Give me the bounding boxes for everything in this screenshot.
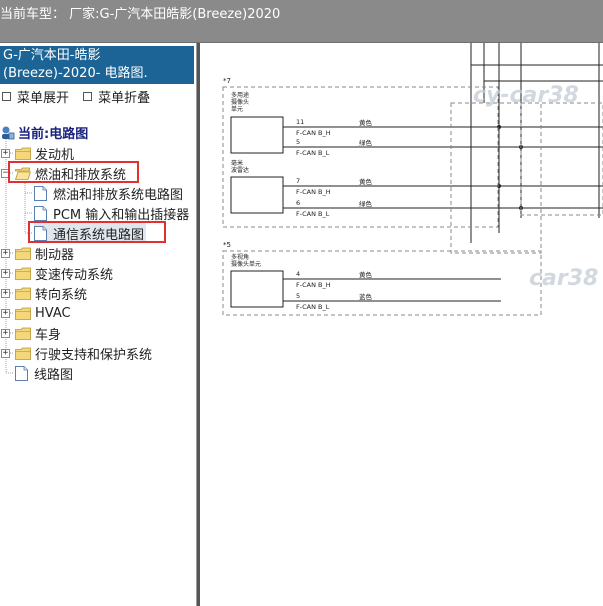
multi-camera-label-3: 单元 (231, 105, 243, 113)
tree-item-label: 行驶支持和保护系统 (35, 347, 153, 363)
tree-item-driving-support[interactable]: + 行驶支持和保护系统 (0, 343, 152, 363)
pane-splitter[interactable] (196, 43, 200, 606)
folder-icon (15, 247, 31, 260)
pin-number: 4 (296, 270, 300, 278)
wire-color: 黄色 (359, 177, 373, 186)
folder-icon (15, 327, 31, 340)
radar-label-1: 毫米 (231, 159, 243, 167)
highlight-box-comm (28, 221, 166, 243)
tree-item-label: 转向系统 (35, 287, 88, 303)
multi-camera-label-1: 多用途 (231, 91, 249, 99)
pin-number: 6 (296, 199, 300, 207)
folder-icon (15, 267, 31, 280)
watermark: car38 (529, 266, 599, 291)
tree-current[interactable]: 当前:电路图 (0, 122, 88, 142)
tree-item-body[interactable]: + 车身 (0, 323, 61, 343)
expand-icon[interactable]: + (1, 308, 10, 318)
folder-icon (15, 147, 31, 160)
wire-color: 黄色 (359, 118, 373, 127)
wire-color: 绿色 (359, 199, 373, 208)
title-bar: 当前车型： 厂家:G-广汽本田皓影(Breeze)2020 (0, 0, 603, 43)
document-icon (34, 185, 47, 201)
tree-item-label: PCM 输入和输出插接器 (53, 207, 190, 223)
wire-color: 绿色 (359, 138, 373, 147)
tree-item-transmission[interactable]: + 变速传动系统 (0, 263, 113, 283)
tree-item-label: 制动器 (35, 247, 75, 263)
tree-item-fuel-circuit[interactable]: 燃油和排放系统电路图 (34, 183, 183, 203)
pin-number: 7 (296, 177, 300, 185)
sidebar: G-广汽本田-皓影 (Breeze)-2020- 电路图. 菜单展开 菜单折叠 (0, 43, 196, 606)
pin-signal: F-CAN B_H (296, 129, 331, 137)
tree-item-label: 车身 (35, 327, 62, 343)
tree-item-label: 变速传动系统 (35, 267, 114, 283)
radar-label-2: 波雷达 (231, 166, 249, 174)
pin-number: 11 (296, 118, 304, 126)
highlight-box-fuel (8, 161, 139, 183)
watermark: cy-car38 (473, 83, 579, 108)
expand-icon[interactable]: + (1, 348, 10, 358)
wire-color: 蓝色 (359, 292, 373, 301)
pin-signal: F-CAN B_H (296, 281, 331, 289)
pin-signal: F-CAN B_L (296, 210, 330, 218)
folder-icon (15, 347, 31, 360)
folder-icon (15, 287, 31, 300)
ref-7: *7 (223, 77, 231, 85)
home-icon (2, 126, 15, 139)
expand-icon[interactable]: + (1, 248, 10, 258)
tree-item-label: HVAC (35, 305, 71, 321)
tree-item-steering[interactable]: + 转向系统 (0, 283, 87, 303)
tree-item-hvac[interactable]: + HVAC (0, 303, 71, 323)
pin-number: 5 (296, 138, 300, 146)
pin-number: 5 (296, 292, 300, 300)
document-icon (15, 365, 28, 381)
document-icon (34, 205, 47, 221)
vehicle-info: 当前车型： 厂家:G-广汽本田皓影(Breeze)2020 (0, 7, 281, 22)
pin-signal: F-CAN B_H (296, 188, 331, 196)
current-label: 当前:电路图 (18, 126, 89, 142)
expand-icon[interactable]: + (1, 268, 10, 278)
tree-item-brakes[interactable]: + 制动器 (0, 243, 74, 263)
wire-color: 黄色 (359, 270, 373, 279)
expand-icon[interactable]: + (1, 148, 10, 158)
tree-item-label: 发动机 (35, 147, 75, 163)
tree-item-pcm-connector[interactable]: PCM 输入和输出插接器 (34, 203, 189, 223)
tree-item-label: 线路图 (34, 367, 74, 383)
view-camera-label-1: 多视角 (231, 253, 249, 261)
tree-item-label: 燃油和排放系统电路图 (53, 187, 184, 203)
pin-signal: F-CAN B_L (296, 149, 330, 157)
circuit-diagram-view[interactable]: *7 *5 多用途 摄像头 单元 毫米 波雷达 多视角 摄像头单元 11 F-C… (201, 43, 603, 606)
pin-signal: F-CAN B_L (296, 303, 330, 311)
tree-item-engine[interactable]: + 发动机 (0, 143, 74, 163)
expand-icon[interactable]: + (1, 288, 10, 298)
view-camera-label-2: 摄像头单元 (231, 260, 261, 268)
folder-icon (15, 307, 31, 320)
multi-camera-label-2: 摄像头 (231, 98, 249, 106)
circuit-diagram: *7 *5 多用途 摄像头 单元 毫米 波雷达 多视角 摄像头单元 11 F-C… (222, 43, 603, 316)
tree-item-wiring[interactable]: 线路图 (15, 363, 73, 383)
ref-5: *5 (223, 241, 231, 249)
expand-icon[interactable]: + (1, 328, 10, 338)
